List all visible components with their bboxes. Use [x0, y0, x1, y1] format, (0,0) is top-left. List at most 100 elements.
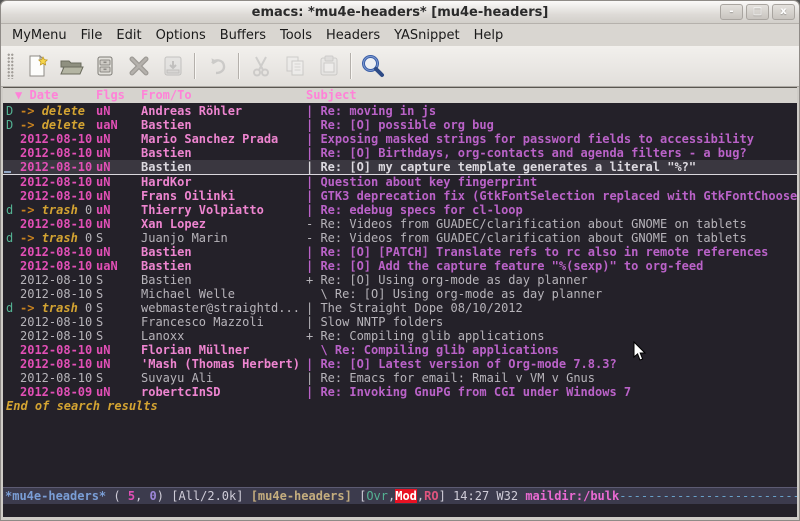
action-suffix: 0: [78, 301, 92, 315]
message-row[interactable]: D-> deleteuNAndreas Röhler| Re: moving i…: [3, 104, 797, 118]
message-row[interactable]: D-> deleteuaNBastien| Re: [O] possible o…: [3, 118, 797, 132]
from-cell: Bastien: [141, 259, 306, 273]
open-folder-icon[interactable]: [54, 50, 88, 82]
search-icon[interactable]: [356, 50, 390, 82]
file-cabinet-icon[interactable]: [88, 50, 122, 82]
from-cell: 'Mash (Thomas Herbert): [141, 357, 306, 371]
date-cell: 2012-08-10: [20, 343, 96, 357]
subject-cell: | Question about key fingerprint: [306, 175, 797, 189]
subject-text: Re: Videos from GUADEC/clarification abo…: [320, 231, 746, 245]
menu-item-headers[interactable]: Headers: [319, 26, 387, 45]
from-cell: Lanoxx: [141, 329, 306, 343]
mark-for-trash: d: [6, 203, 20, 217]
close-button[interactable]: x: [772, 4, 795, 20]
message-row[interactable]: 2012-08-10uN'Mash (Thomas Herbert)| Re: …: [3, 357, 797, 371]
message-row[interactable]: d-> trash 0uNThierry Volpiatto| Re: edeb…: [3, 203, 797, 217]
action-label: trash: [42, 231, 78, 245]
thread-prefix: |: [306, 203, 320, 217]
thread-prefix: |: [306, 315, 320, 329]
message-row[interactable]: 2012-08-10SMichael Welle \ Re: [O] Using…: [3, 287, 797, 301]
from-cell: Xan Lopez: [141, 217, 306, 231]
from-cell: webmaster@straightd...: [141, 301, 306, 315]
minimize-button[interactable]: -: [720, 4, 743, 20]
from-cell: Mario Sanchez Prada: [141, 132, 306, 146]
maximize-button[interactable]: □: [746, 4, 769, 20]
point-cursor: [4, 171, 11, 173]
subject-text: Re: moving in js: [320, 104, 436, 118]
toolbar-drag-handle-icon[interactable]: [7, 53, 14, 79]
message-row[interactable]: 2012-08-10uNBastien| Re: [O] Birthdays, …: [3, 146, 797, 160]
flags-cell: uaN: [96, 118, 141, 132]
message-row[interactable]: 2012-08-10uNFlorian Müllner \ Re: Compil…: [3, 343, 797, 357]
subject-cell: \ Re: Compiling glib applications: [306, 343, 797, 357]
subject-text: Re: edebug specs for cl-loop: [320, 203, 522, 217]
subject-text: Re: [O] Using org-mode as day planner: [320, 273, 587, 287]
date-cell: 2012-08-09: [20, 385, 96, 399]
echo-area[interactable]: [3, 504, 797, 517]
menu-item-tools[interactable]: Tools: [273, 26, 319, 45]
date-cell: 2012-08-10: [20, 357, 96, 371]
thread-prefix: -: [306, 217, 320, 231]
subject-cell: | GTK3 deprecation fix (GtkFontSelection…: [306, 189, 797, 203]
subject-text: Re: Compiling glib applications: [335, 343, 559, 357]
message-row[interactable]: 2012-08-10uNHardKor| Question about key …: [3, 175, 797, 189]
menu-item-options[interactable]: Options: [149, 26, 213, 45]
headers-header-line: ▼ Date Flgs From/To Subject: [3, 88, 797, 103]
message-row[interactable]: 2012-08-09uNrobertcInSD| Re: Invoking Gn…: [3, 385, 797, 399]
message-row[interactable]: 2012-08-10uNBastien| Re: [O] [PATCH] Tra…: [3, 245, 797, 259]
menu-item-buffers[interactable]: Buffers: [213, 26, 273, 45]
menu-item-mymenu[interactable]: MyMenu: [5, 26, 74, 45]
from-cell: Juanjo Marin: [141, 231, 306, 245]
flags-cell: uN: [96, 217, 141, 231]
subject-cell: | Re: [O] Birthdays, org-contacts and ag…: [306, 146, 797, 160]
message-row[interactable]: d-> trash 0SJuanjo Marin- Re: Videos fro…: [3, 231, 797, 245]
subject-text: Slow NNTP folders: [320, 315, 443, 329]
modeline-segment-plain: ]: [439, 489, 453, 503]
thread-prefix: |: [306, 301, 320, 315]
mark-for-none: [6, 217, 20, 231]
end-of-search-results: End of search results: [3, 399, 797, 413]
mark-for-none: [6, 357, 20, 371]
from-cell: Thierry Volpiatto: [141, 203, 306, 217]
close-buffer-icon[interactable]: [122, 50, 156, 82]
column-flags[interactable]: Flgs: [96, 88, 125, 103]
from-cell: Florian Müllner: [141, 343, 306, 357]
modeline-segment-plain: ): [157, 489, 171, 503]
subject-cell: + Re: [O] Using org-mode as day planner: [306, 273, 797, 287]
menu-item-file[interactable]: File: [74, 26, 110, 45]
message-row[interactable]: 2012-08-10SBastien+ Re: [O] Using org-mo…: [3, 273, 797, 287]
subject-cell: | Re: moving in js: [306, 104, 797, 118]
subject-cell: | Re: Invoking GnuPG from CGI under Wind…: [306, 385, 797, 399]
menu-item-help[interactable]: Help: [467, 26, 511, 45]
new-file-icon[interactable]: [20, 50, 54, 82]
message-row[interactable]: d-> trash 0Swebmaster@straightd...| The …: [3, 301, 797, 315]
thread-prefix: |: [306, 357, 320, 371]
mark-for-none: [6, 175, 20, 189]
mouse-cursor: [633, 341, 647, 362]
menu-item-yasnippet[interactable]: YASnippet: [387, 26, 467, 45]
mark-for-none: [6, 385, 20, 399]
message-row[interactable]: 2012-08-10SLanoxx+ Re: Compiling glib ap…: [3, 329, 797, 343]
column-subject[interactable]: Subject: [306, 88, 357, 103]
modeline-segment-plain: ,: [135, 489, 149, 503]
column-from-to[interactable]: From/To: [141, 88, 192, 103]
message-row[interactable]: 2012-08-10uNXan Lopez- Re: Videos from G…: [3, 217, 797, 231]
subject-cell: - Re: Videos from GUADEC/clarification a…: [306, 231, 797, 245]
date-cell: 2012-08-10: [20, 189, 96, 203]
modeline-segment-mod: Mod: [395, 489, 417, 503]
mark-for-none: [6, 259, 20, 273]
message-row[interactable]: 2012-08-10SSuvayu Ali| Re: Emacs for ema…: [3, 371, 797, 385]
flags-cell: uN: [96, 385, 141, 399]
message-row[interactable]: 2012-08-10uNBastien| Re: [O] my capture …: [3, 160, 797, 175]
action-cell: -> delete: [20, 104, 96, 118]
message-row[interactable]: 2012-08-10uNFrans Oilinki| GTK3 deprecat…: [3, 189, 797, 203]
menu-item-edit[interactable]: Edit: [109, 26, 148, 45]
message-row[interactable]: 2012-08-10uaNBastien| Re: [O] Add the ca…: [3, 259, 797, 273]
from-cell: Francesco Mazzoli: [141, 315, 306, 329]
message-row[interactable]: 2012-08-10SFrancesco Mazzoli| Slow NNTP …: [3, 315, 797, 329]
mu4e-headers-buffer: ▼ Date Flgs From/To Subject D-> deleteuN…: [3, 87, 797, 517]
thread-prefix: |: [306, 175, 320, 189]
message-row[interactable]: 2012-08-10uNMario Sanchez Prada| Exposin…: [3, 132, 797, 146]
title-bar[interactable]: emacs: *mu4e-headers* [mu4e-headers] -□x: [1, 1, 799, 24]
column-date[interactable]: ▼ Date: [15, 88, 58, 103]
